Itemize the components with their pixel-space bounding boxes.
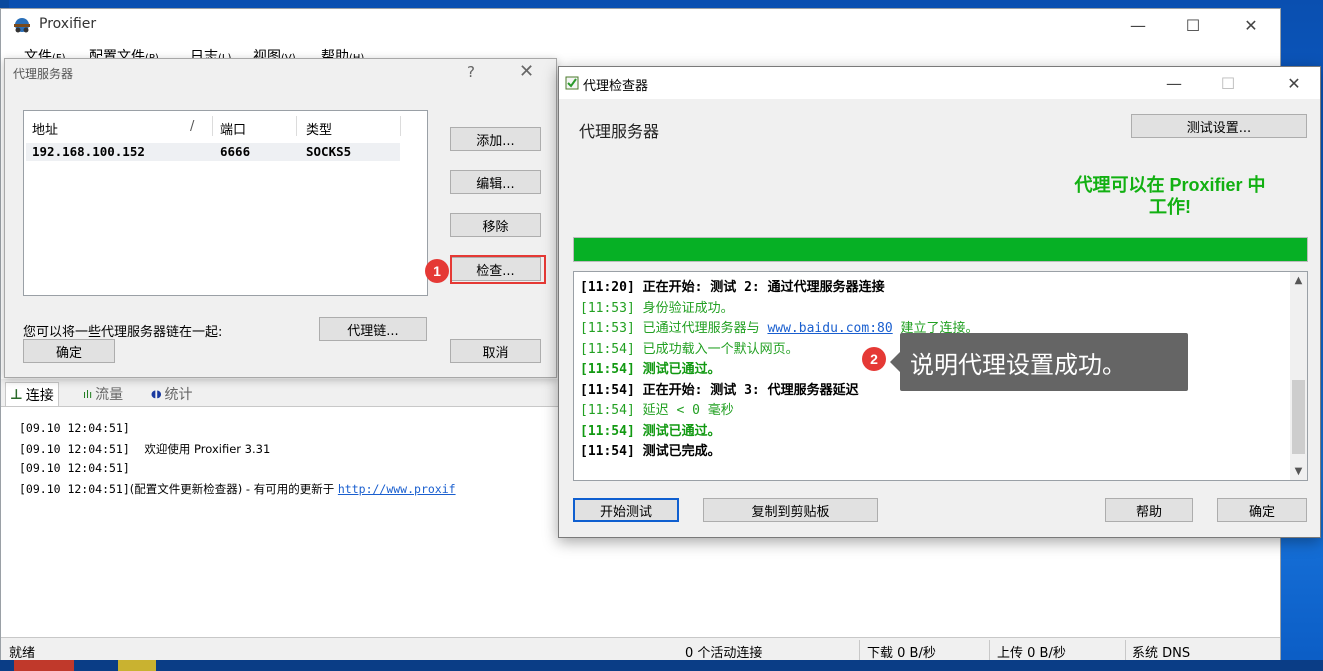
log-line: [09.10 12:04:51] [19,461,130,475]
log-line: [09.10 12:04:51](配置文件更新检查器) - 有可用的更新于 ht… [19,482,456,496]
tab-statistics[interactable]: ◖◗ 统计 [147,382,197,406]
column-separator[interactable] [296,116,297,136]
table-row[interactable]: 192.168.100.152 6666 SOCKS5 [26,143,400,161]
edit-button[interactable]: 编辑... [450,170,541,194]
proxy-servers-dialog: 代理服务器 ? ✕ 地址 / 端口 类型 192.168.100.152 666… [4,58,557,378]
start-test-button[interactable]: 开始测试 [573,498,679,522]
main-titlebar[interactable]: Proxifier — ☐ ✕ [1,9,1280,41]
status-divider [859,640,860,660]
column-port[interactable]: 端口 [220,119,246,138]
ok-button[interactable]: 确定 [23,339,115,363]
checker-ok-button[interactable]: 确定 [1217,498,1307,522]
column-address[interactable]: 地址 [32,119,58,138]
result-line-1: 代理可以在 Proxifier 中 [1074,175,1266,195]
check-button-highlight [450,255,546,284]
checker-titlebar[interactable]: 代理检查器 — ☐ ✕ [559,67,1320,99]
status-upload: 上传 0 B/秒 [997,646,1066,661]
status-download: 下载 0 B/秒 [867,646,936,661]
log-line: [11:54] 正在开始: 测试 3: 代理服务器延迟 [580,382,859,398]
status-connections: 0 个活动连接 [685,646,763,661]
help-button[interactable]: 帮助 [1105,498,1193,522]
main-statusbar: 就绪 0 个活动连接 下载 0 B/秒 上传 0 B/秒 系统 DNS [1,637,1280,661]
tab-connections[interactable]: ⊥ 连接 [5,382,59,406]
close-button[interactable]: ✕ [1228,9,1274,41]
server-type: SOCKS5 [306,144,352,159]
log-link[interactable]: www.baidu.com:80 [767,321,892,336]
log-line: [11:54] 测试已完成。 [580,444,721,459]
progress-fill [574,238,1307,261]
main-window-title: Proxifier [39,16,97,32]
server-port: 6666 [220,144,251,159]
log-line: [11:54] 测试已通过。 [580,362,721,377]
connections-icon: ⊥ [10,386,23,403]
result-message: 代理可以在 Proxifier 中 工作! [1029,174,1311,218]
column-separator[interactable] [400,116,401,136]
step-2-badge: 2 [862,347,886,371]
copy-to-clipboard-button[interactable]: 复制到剪贴板 [703,498,878,522]
proxy-server-list[interactable]: 地址 / 端口 类型 192.168.100.152 6666 SOCKS5 [23,110,428,296]
server-address: 192.168.100.152 [32,144,145,159]
log-line: [11:54] 已成功载入一个默认网页。 [580,341,799,357]
proxy-chain-button[interactable]: 代理链... [319,317,427,341]
log-line: [09.10 12:04:51] [19,421,130,435]
servers-dialog-title: 代理服务器 [13,67,74,81]
status-divider [1125,640,1126,660]
log-line: [11:53] 身份验证成功。 [580,300,734,316]
sort-indicator: / [190,119,195,134]
log-line: [09.10 12:04:51] 欢迎使用 Proxifier 3.31 [19,442,271,456]
checker-title: 代理检查器 [583,79,649,94]
log-scrollbar[interactable]: ▲ ▼ [1290,272,1307,480]
scroll-up-icon[interactable]: ▲ [1290,272,1307,289]
taskbar-app-thumbnail[interactable] [14,660,74,671]
column-separator[interactable] [212,116,213,136]
result-line-2: 工作! [1149,197,1191,217]
minimize-button[interactable]: — [1115,9,1161,41]
cancel-button[interactable]: 取消 [450,339,541,363]
annotation-callout: 说明代理设置成功。 [900,333,1188,391]
log-line: [11:54] 延迟 < 0 毫秒 [580,403,734,418]
column-type[interactable]: 类型 [306,119,332,138]
proxy-checker-window: 代理检查器 — ☐ ✕ 代理服务器 测试设置... 代理可以在 Proxifie… [558,66,1321,538]
checker-app-icon [565,76,579,90]
add-button[interactable]: 添加... [450,127,541,151]
log-line: [11:54] 测试已通过。 [580,423,721,439]
scroll-thumb[interactable] [1292,380,1305,454]
update-link[interactable]: http://www.proxif [338,482,456,496]
test-progress-bar [573,237,1308,262]
status-dns: 系统 DNS [1132,646,1191,661]
status-ready: 就绪 [9,646,36,661]
statistics-icon: ◖◗ [151,388,162,400]
taskbar [0,660,1323,671]
status-divider [989,640,990,660]
checker-heading: 代理服务器 [579,122,660,141]
close-icon[interactable]: ✕ [519,61,534,82]
test-settings-button[interactable]: 测试设置... [1131,114,1307,138]
remove-button[interactable]: 移除 [450,213,541,237]
chain-description: 您可以将一些代理服务器链在一起: [23,325,223,340]
help-button[interactable]: ? [467,63,475,81]
scroll-down-icon[interactable]: ▼ [1290,463,1307,480]
traffic-icon: ılı [83,387,93,401]
checker-maximize-button: ☐ [1220,73,1236,93]
step-1-badge: 1 [425,259,449,283]
main-tabbar: ⊥ 连接 ılı 流量 ◖◗ 统计 [1,379,561,407]
log-line: [11:20] 正在开始: 测试 2: 通过代理服务器连接 [580,280,885,295]
taskbar-app-thumbnail[interactable] [118,660,156,671]
checker-minimize-button[interactable]: — [1151,67,1197,99]
maximize-button[interactable]: ☐ [1170,9,1216,41]
checker-close-button[interactable]: ✕ [1271,67,1317,99]
proxifier-app-icon [14,18,30,33]
callout-pointer [890,352,900,372]
tab-traffic[interactable]: ılı 流量 [79,382,127,406]
